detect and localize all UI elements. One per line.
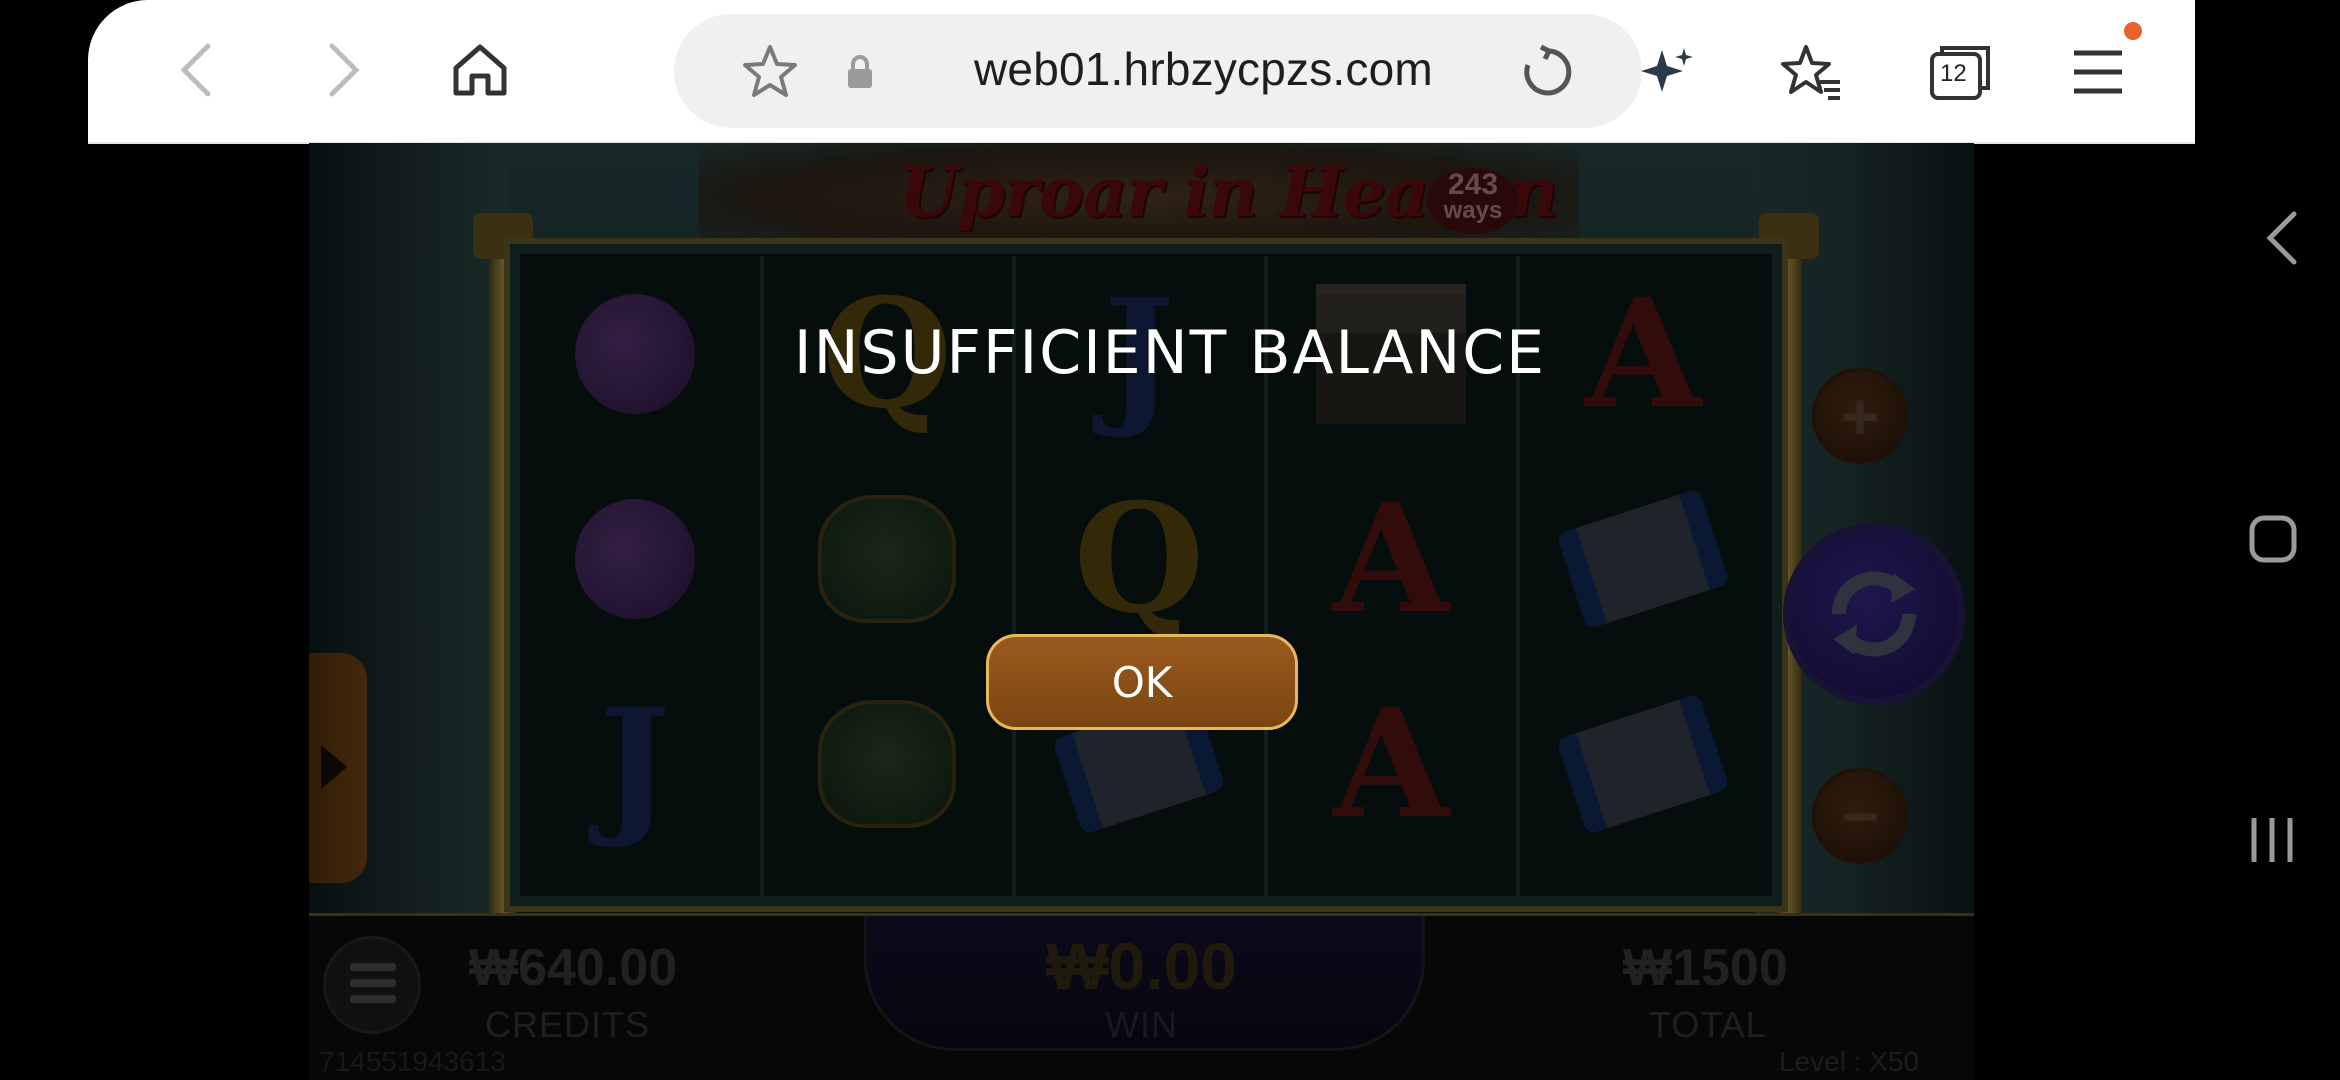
nav-recents-icon[interactable]: [2248, 814, 2296, 871]
forward-icon[interactable]: [314, 40, 374, 100]
reload-icon[interactable]: [1516, 40, 1580, 104]
lock-icon: [842, 52, 878, 92]
url-text[interactable]: web01.hrbzycpzs.com: [974, 42, 1433, 96]
slot-game: Uproar in Heaven 243 ways JQJQAAA + − ₩6…: [309, 143, 1974, 1080]
bookmarks-icon[interactable]: [1778, 40, 1846, 104]
bookmark-star-icon[interactable]: [738, 40, 802, 104]
address-bar[interactable]: web01.hrbzycpzs.com: [674, 14, 1642, 128]
home-icon[interactable]: [448, 40, 512, 100]
notification-dot: [2124, 22, 2142, 40]
menu-icon[interactable]: [2068, 44, 2128, 100]
nav-home-icon[interactable]: [2248, 514, 2298, 569]
ok-button[interactable]: OK: [986, 634, 1298, 730]
ai-sparkle-icon[interactable]: [1636, 40, 1700, 104]
browser-toolbar: web01.hrbzycpzs.com 12: [88, 0, 2195, 144]
insufficient-balance-message: INSUFFICIENT BALANCE: [793, 318, 1547, 388]
nav-back-icon[interactable]: [2262, 210, 2302, 271]
back-icon[interactable]: [166, 40, 226, 100]
tab-count: 12: [1940, 60, 1967, 87]
modal-backdrop: [309, 143, 1974, 1080]
